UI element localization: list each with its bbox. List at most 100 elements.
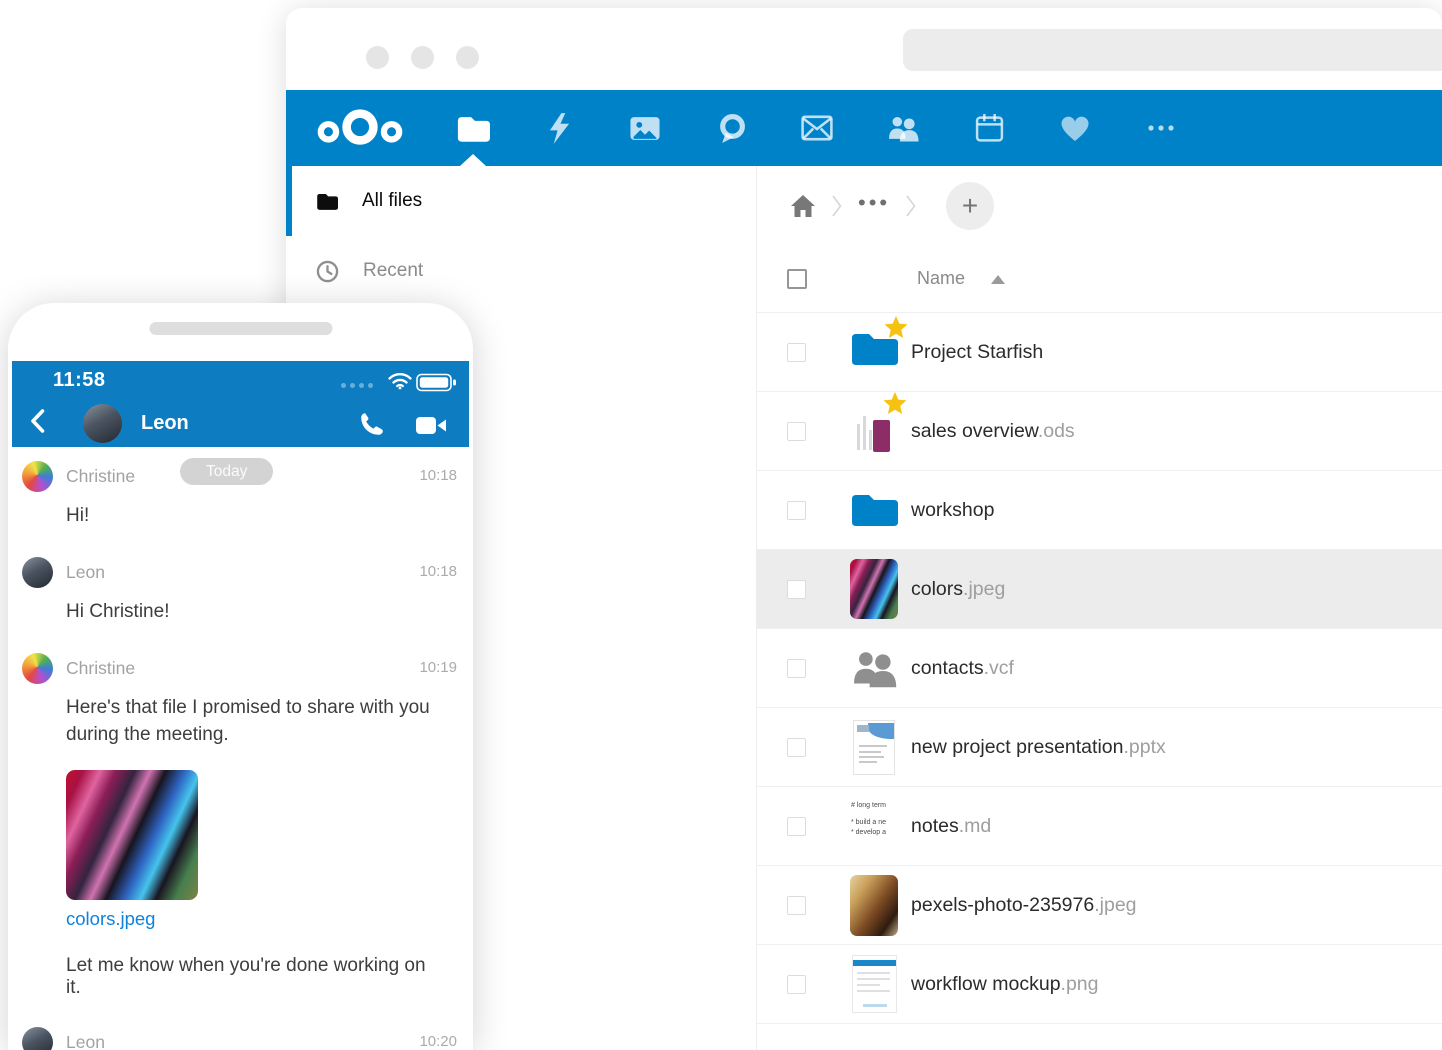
row-checkbox[interactable] [787, 501, 806, 520]
select-all-checkbox[interactable] [787, 269, 807, 289]
window-button-minimize[interactable] [411, 46, 434, 69]
app-navigation-bar [286, 90, 1442, 166]
file-name: workflow mockup.png [911, 973, 1099, 996]
home-icon[interactable] [790, 194, 816, 218]
chat-navbar: Leon [12, 399, 469, 447]
file-name: notes.md [911, 815, 991, 838]
file-name: sales overview.ods [911, 420, 1075, 443]
attachment-link[interactable]: colors.jpeg [66, 908, 469, 930]
battery-icon [416, 373, 457, 397]
contact-name: Leon [141, 412, 189, 435]
voice-call-button[interactable] [359, 411, 385, 442]
message-text: Hi! [66, 503, 434, 529]
file-row-workflow-mockup[interactable]: workflow mockup.png [757, 945, 1442, 1024]
row-checkbox[interactable] [787, 659, 806, 678]
markdown-thumbnail: # long term * build a ne * develop a [849, 797, 899, 855]
contacts-icon [849, 648, 899, 688]
breadcrumb-chevron-icon [832, 194, 842, 218]
new-file-button[interactable]: + [946, 182, 994, 230]
file-row-notes[interactable]: # long term * build a ne * develop a not… [757, 787, 1442, 866]
phone-header: 11:58 [12, 361, 469, 447]
file-row-presentation[interactable]: new project presentation.pptx [757, 708, 1442, 787]
message-author: Christine [66, 658, 135, 679]
breadcrumb-chevron-icon [906, 194, 916, 218]
avatar [22, 557, 53, 588]
more-apps-icon[interactable] [1129, 90, 1193, 166]
file-row-contacts[interactable]: contacts.vcf [757, 629, 1442, 708]
mockup-thumbnail [852, 955, 897, 1013]
file-list-header: Name [757, 246, 1442, 313]
attachment-image[interactable] [66, 770, 198, 900]
video-call-button[interactable] [416, 415, 447, 441]
image-thumbnail [850, 559, 898, 619]
avatar [22, 1027, 53, 1050]
status-time: 11:58 [53, 369, 106, 392]
message-time: 10:20 [419, 1033, 457, 1050]
phone-speaker [149, 322, 332, 335]
file-row-colors[interactable]: colors.jpeg [757, 550, 1442, 629]
presentation-thumbnail [853, 720, 895, 775]
window-button-close[interactable] [366, 46, 389, 69]
chat-messages: Christine Today 10:18 Hi! Leon 10:18 Hi … [12, 447, 469, 1050]
message-time: 10:18 [419, 467, 457, 484]
file-row-project-starfish[interactable]: Project Starfish [757, 313, 1442, 392]
image-thumbnail [850, 875, 898, 936]
calendar-app-icon[interactable] [957, 90, 1021, 166]
photos-app-icon[interactable] [613, 90, 677, 166]
breadcrumb: ••• + [757, 166, 1442, 246]
folder-icon [850, 491, 898, 530]
address-bar[interactable] [903, 29, 1442, 71]
row-checkbox[interactable] [787, 817, 806, 836]
breadcrumb-ellipsis[interactable]: ••• [858, 192, 890, 220]
row-checkbox[interactable] [787, 422, 806, 441]
file-name: pexels-photo-235976.jpeg [911, 894, 1137, 917]
mail-app-icon[interactable] [785, 90, 849, 166]
sidebar-item-all-files[interactable]: All files [286, 166, 756, 236]
wifi-icon [387, 371, 413, 395]
file-row-workshop[interactable]: workshop [757, 471, 1442, 550]
contacts-app-icon[interactable] [871, 90, 935, 166]
row-checkbox[interactable] [787, 343, 806, 362]
talk-app-icon[interactable] [699, 90, 763, 166]
sort-ascending-icon[interactable] [991, 275, 1005, 284]
activity-app-icon[interactable] [527, 90, 591, 166]
file-name: workshop [911, 499, 994, 522]
contact-avatar [83, 404, 122, 443]
row-checkbox[interactable] [787, 738, 806, 757]
message-text: Hi Christine! [66, 599, 434, 625]
phone-mockup: 11:58 [8, 303, 473, 1050]
message-text: Here's that file I promised to share wit… [66, 695, 434, 747]
row-checkbox[interactable] [787, 896, 806, 915]
favorite-star-icon [884, 316, 908, 344]
message-time: 10:19 [419, 659, 457, 676]
sidebar-item-label: All files [362, 190, 422, 212]
message-author: Leon [66, 562, 105, 583]
message-group: Leon 10:20 Ok, no problem. Probably next… [12, 1027, 469, 1050]
phone-screen: 11:58 [12, 361, 469, 1050]
file-name: contacts.vcf [911, 657, 1014, 680]
favorites-heart-icon[interactable] [1043, 90, 1107, 166]
back-button[interactable] [30, 409, 45, 438]
row-checkbox[interactable] [787, 975, 806, 994]
message-text: Let me know when you're done working on … [66, 955, 434, 999]
name-column-header[interactable]: Name [917, 268, 965, 289]
date-separator-pill: Today [180, 458, 273, 485]
favorite-star-icon [883, 392, 907, 420]
browser-titlebar [286, 8, 1442, 90]
row-checkbox[interactable] [787, 580, 806, 599]
message-group: Christine Today 10:18 Hi! [12, 461, 469, 529]
active-app-pointer [460, 154, 486, 166]
avatar [22, 461, 53, 492]
nextcloud-logo-icon[interactable] [316, 106, 404, 155]
file-row-pexels-photo[interactable]: pexels-photo-235976.jpeg [757, 866, 1442, 945]
page: All files Recent [0, 0, 1442, 1050]
file-name: Project Starfish [911, 341, 1043, 364]
file-list-area: ••• + Name [756, 166, 1442, 1050]
message-author: Leon [66, 1032, 105, 1050]
window-button-maximize[interactable] [456, 46, 479, 69]
message-group: Leon 10:18 Hi Christine! [12, 557, 469, 625]
sidebar-item-recent[interactable]: Recent [286, 236, 756, 306]
file-row-sales-overview[interactable]: sales overview.ods [757, 392, 1442, 471]
sidebar-item-label: Recent [363, 260, 423, 282]
avatar [22, 653, 53, 684]
